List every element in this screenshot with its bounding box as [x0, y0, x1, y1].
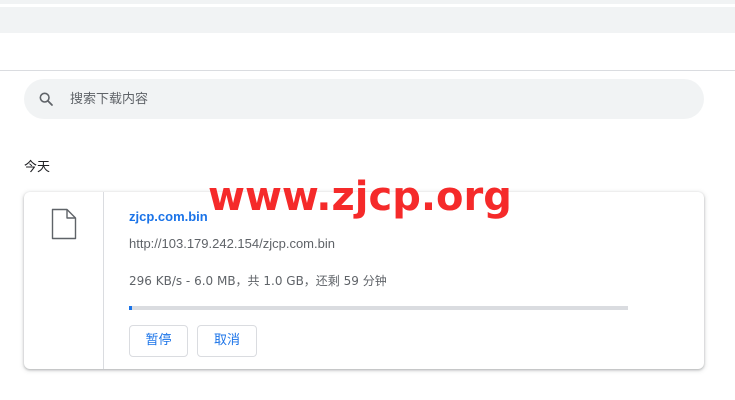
toolbar-band: [0, 7, 735, 33]
search-input[interactable]: [70, 89, 670, 109]
header-divider: [0, 70, 735, 71]
file-name-link[interactable]: zjcp.com.bin: [129, 209, 208, 224]
file-source-url[interactable]: http://103.179.242.154/zjcp.com.bin: [129, 236, 335, 251]
download-progress-bar: [129, 306, 628, 310]
cancel-button[interactable]: 取消: [197, 325, 257, 357]
search-box[interactable]: [24, 79, 704, 119]
pause-button[interactable]: 暂停: [129, 325, 188, 357]
date-group-label: 今天: [24, 160, 51, 175]
download-status-text: 296 KB/s - 6.0 MB，共 1.0 GB，还剩 59 分钟: [129, 274, 387, 288]
file-icon: [51, 208, 77, 240]
watermark-text: www.zjcp.org: [208, 174, 512, 220]
download-progress-fill: [129, 306, 132, 310]
file-icon-column: [24, 192, 104, 369]
search-icon[interactable]: [38, 91, 54, 107]
